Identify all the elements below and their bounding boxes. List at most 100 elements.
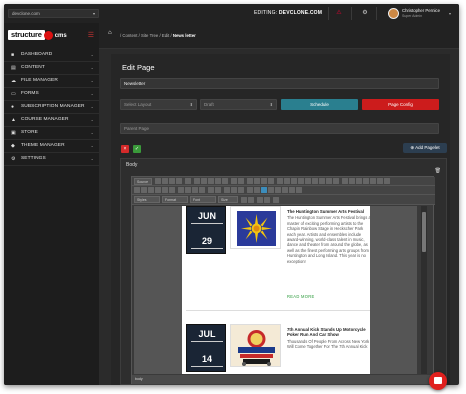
align-right-icon[interactable] <box>192 187 198 193</box>
page-config-button[interactable]: Page Config <box>362 99 439 110</box>
textarea-icon[interactable] <box>305 178 311 184</box>
blockquote-icon[interactable] <box>162 187 168 193</box>
add-pagelet-button[interactable]: ⊕ Add Pagelet <box>403 143 447 153</box>
horizontal-rule-icon[interactable] <box>268 187 274 193</box>
maximize-icon[interactable] <box>257 197 263 203</box>
ltr-icon[interactable] <box>208 187 214 193</box>
underline-icon[interactable] <box>356 178 362 184</box>
editor-scrollbar[interactable] <box>421 206 427 374</box>
align-justify-icon[interactable] <box>199 187 205 193</box>
editor-content-area[interactable]: JUN 29 The Huntington Summer Arts Festiv… <box>134 206 417 374</box>
align-left-icon[interactable] <box>178 187 184 193</box>
source-button[interactable]: Source <box>134 178 152 185</box>
iframe-icon[interactable] <box>296 187 302 193</box>
page-title-input[interactable]: Newsletter <box>120 78 439 89</box>
templates-icon[interactable] <box>185 178 191 184</box>
numbered-list-icon[interactable] <box>134 187 140 193</box>
align-center-icon[interactable] <box>185 187 191 193</box>
subscript-icon[interactable] <box>370 178 376 184</box>
home-icon[interactable]: ⌂ <box>108 30 112 36</box>
radio-icon[interactable] <box>291 178 297 184</box>
scrollbar-thumb[interactable] <box>422 212 426 252</box>
sidebar-item-forms[interactable]: ▭ FORMS ⌄ <box>4 88 99 101</box>
trash-icon[interactable]: 🗑 <box>435 168 441 174</box>
save-icon[interactable] <box>155 178 161 184</box>
chat-button[interactable] <box>429 372 447 390</box>
parent-page-input[interactable]: Parent Page <box>120 123 439 134</box>
checkbox-icon[interactable] <box>284 178 290 184</box>
paste-word-icon[interactable] <box>222 178 228 184</box>
sidebar-item-theme-manager[interactable]: ◆ THEME MANAGER ⌄ <box>4 140 99 153</box>
size-select[interactable]: Size <box>218 196 238 203</box>
preview-icon[interactable] <box>169 178 175 184</box>
schedule-button[interactable]: Schedule <box>281 99 358 110</box>
sidebar-item-course-manager[interactable]: ▲ COURSE MANAGER ⌄ <box>4 114 99 127</box>
save-page-icon[interactable]: ✓ <box>133 145 141 153</box>
sidebar-item-store[interactable]: ▣ STORE ⌄ <box>4 127 99 140</box>
bulleted-list-icon[interactable] <box>141 187 147 193</box>
sidebar-item-dashboard[interactable]: ■ DASHBOARD ⌄ <box>4 49 99 62</box>
logo[interactable]: structure cms ☰ <box>8 30 98 41</box>
chevron-down-icon[interactable]: ▾ <box>449 11 451 16</box>
outdent-icon[interactable] <box>148 187 154 193</box>
table-icon[interactable] <box>261 187 267 193</box>
styles-select[interactable]: Styles <box>134 196 160 203</box>
editor-status-bar[interactable]: body <box>132 375 435 384</box>
undo-icon[interactable] <box>231 178 237 184</box>
select-field-icon[interactable] <box>312 178 318 184</box>
image-icon[interactable] <box>247 187 253 193</box>
link-icon[interactable] <box>224 187 230 193</box>
menu-toggle-icon[interactable]: ☰ <box>88 31 94 39</box>
paste-icon[interactable] <box>208 178 214 184</box>
cut-icon[interactable] <box>194 178 200 184</box>
sidebar-item-subscription-manager[interactable]: ● SUBSCRIPTION MANAGER ⌄ <box>4 101 99 114</box>
copy-icon[interactable] <box>201 178 207 184</box>
button-field-icon[interactable] <box>319 178 325 184</box>
show-blocks-icon[interactable] <box>264 197 270 203</box>
text-color-icon[interactable] <box>241 197 247 203</box>
indent-icon[interactable] <box>155 187 161 193</box>
breadcrumb-item-edit[interactable]: Edit <box>162 33 169 38</box>
breadcrumb-item-content[interactable]: Content <box>122 33 137 38</box>
font-select[interactable]: Font <box>190 196 216 203</box>
site-selector[interactable]: devclone.com ▾ <box>8 9 99 18</box>
layout-select[interactable]: Select Layout ⬍ <box>120 99 197 110</box>
italic-icon[interactable] <box>349 178 355 184</box>
print-icon[interactable] <box>176 178 182 184</box>
notification-bell-icon[interactable]: ⚠ <box>334 8 344 18</box>
page-break-icon[interactable] <box>289 187 295 193</box>
user-menu[interactable]: Christopher Pernice Super Admin <box>402 8 440 18</box>
hidden-field-icon[interactable] <box>333 178 339 184</box>
sidebar-item-content[interactable]: ▤ CONTENT ⌄ <box>4 62 99 75</box>
div-icon[interactable] <box>169 187 175 193</box>
special-char-icon[interactable] <box>282 187 288 193</box>
avatar[interactable] <box>388 8 399 19</box>
status-select[interactable]: Draft ⬍ <box>200 99 277 110</box>
remove-format-icon[interactable] <box>384 178 390 184</box>
about-icon[interactable] <box>273 197 279 203</box>
paste-text-icon[interactable] <box>215 178 221 184</box>
delete-page-icon[interactable]: × <box>121 145 129 153</box>
sidebar-item-file-manager[interactable]: ☁ FILE MANAGER ⌄ <box>4 75 99 88</box>
smiley-icon[interactable] <box>275 187 281 193</box>
form-icon[interactable] <box>277 178 283 184</box>
textfield-icon[interactable] <box>298 178 304 184</box>
breadcrumb-item-site-tree[interactable]: Site Tree <box>141 33 158 38</box>
read-more-link[interactable]: READ MORE <box>287 294 371 299</box>
bold-icon[interactable] <box>342 178 348 184</box>
rich-text-editor[interactable]: Source Styles Format Font Size JUN 29 Th… <box>131 176 435 384</box>
image-button-icon[interactable] <box>326 178 332 184</box>
format-select[interactable]: Format <box>162 196 188 203</box>
strike-icon[interactable] <box>363 178 369 184</box>
gear-icon[interactable]: ⚙ <box>360 8 370 18</box>
spellcheck-icon[interactable] <box>268 178 274 184</box>
replace-icon[interactable] <box>254 178 260 184</box>
flash-icon[interactable] <box>254 187 260 193</box>
anchor-icon[interactable] <box>238 187 244 193</box>
unlink-icon[interactable] <box>231 187 237 193</box>
rtl-icon[interactable] <box>215 187 221 193</box>
background-color-icon[interactable] <box>248 197 254 203</box>
sidebar-item-settings[interactable]: ⚙ SETTINGS ⌄ <box>4 153 99 166</box>
redo-icon[interactable] <box>238 178 244 184</box>
find-icon[interactable] <box>247 178 253 184</box>
